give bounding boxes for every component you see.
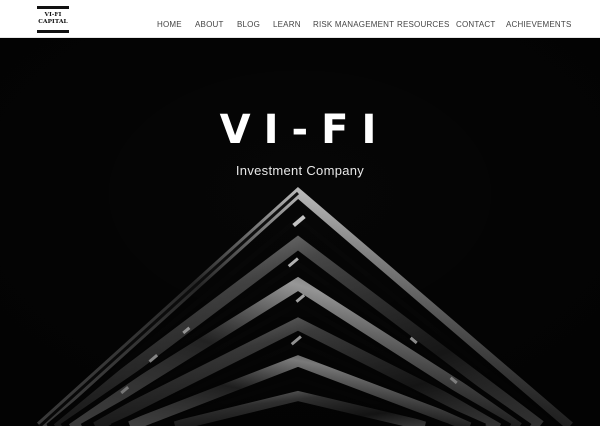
main-nav: HOME ABOUT BLOG LEARN RISK MANAGEMENT RE… (0, 0, 600, 38)
nav-item-about[interactable]: ABOUT (195, 20, 224, 29)
nav-item-risk-management[interactable]: RISK MANAGEMENT (313, 20, 394, 29)
hero-subtitle: Investment Company (235, 163, 365, 178)
site-header: VI-FI CAPITAL HOME ABOUT BLOG LEARN RISK… (0, 0, 600, 38)
hero-section: VI-FI Investment Company (0, 39, 600, 426)
nav-item-learn[interactable]: LEARN (273, 20, 301, 29)
nav-item-resources[interactable]: RESOURCES (397, 20, 449, 29)
building-background-image (0, 39, 600, 426)
nav-item-blog[interactable]: BLOG (237, 20, 260, 29)
nav-item-achievements[interactable]: ACHIEVEMENTS (506, 20, 572, 29)
nav-item-home[interactable]: HOME (157, 20, 182, 29)
hero-title: VI-FI (219, 107, 390, 153)
nav-item-contact[interactable]: CONTACT (456, 20, 495, 29)
